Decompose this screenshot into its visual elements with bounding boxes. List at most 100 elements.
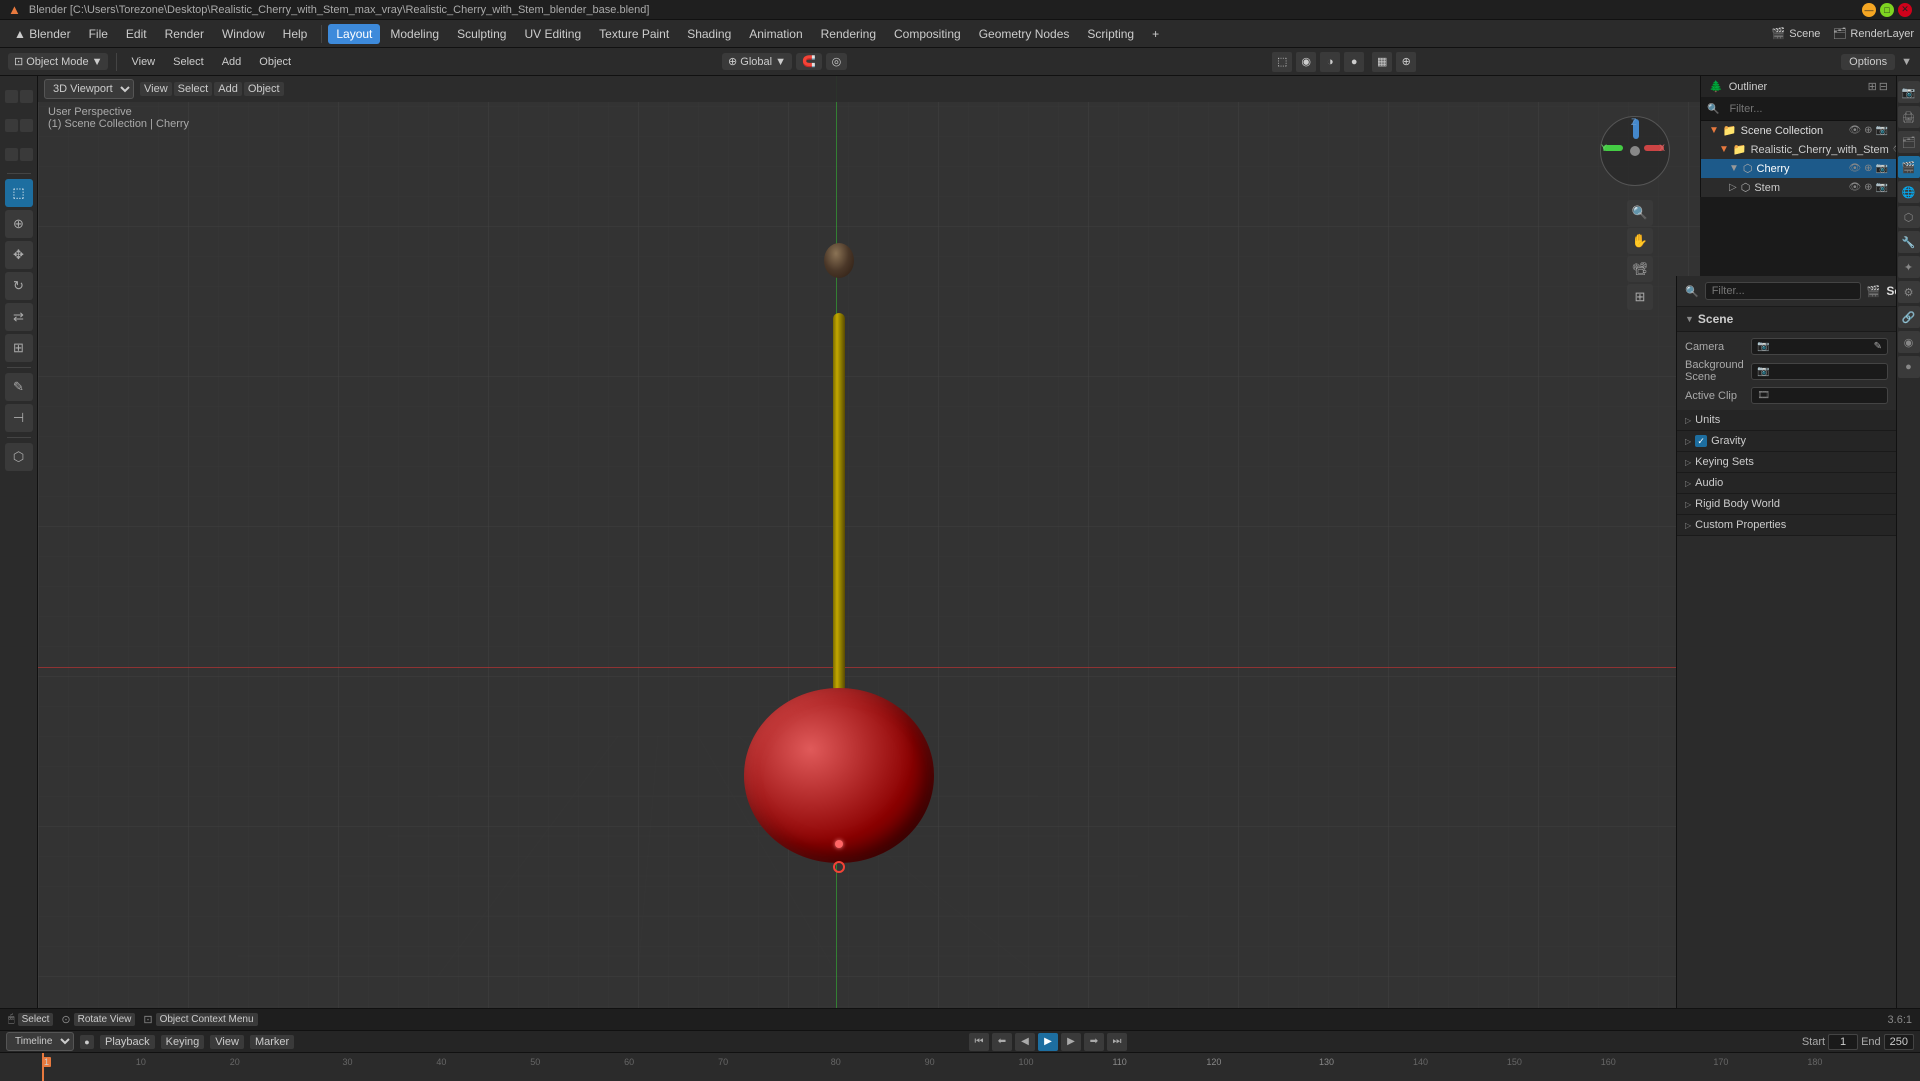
modifier-properties-icon[interactable]: 🔧 [1898, 231, 1920, 253]
custom-properties-section[interactable]: ▷ Custom Properties [1677, 515, 1896, 536]
menu-file[interactable]: File [81, 24, 116, 44]
transform-orientation[interactable]: ⊕ Global ▼ [722, 53, 792, 70]
workspace-modeling[interactable]: Modeling [382, 24, 447, 44]
scene-section-header[interactable]: ▼ Scene [1677, 307, 1896, 332]
end-frame-input[interactable]: 250 [1884, 1034, 1914, 1050]
properties-search-input[interactable] [1705, 282, 1861, 300]
menu-help[interactable]: Help [275, 24, 316, 44]
workspace-sculpting[interactable]: Sculpting [449, 24, 514, 44]
jump-start-btn[interactable]: ⏮ [969, 1033, 989, 1051]
marker-menu[interactable]: Marker [250, 1035, 294, 1049]
object-menu[interactable]: Object [244, 82, 284, 96]
output-properties-icon[interactable]: 🖨 [1898, 106, 1920, 128]
view-menu[interactable]: View [140, 82, 172, 96]
scale-tool-btn[interactable]: ⇄ [5, 303, 33, 331]
render-properties-icon[interactable]: 📷 [1898, 81, 1920, 103]
workspace-rendering[interactable]: Rendering [813, 24, 884, 44]
overlay-btn[interactable]: ▦ [1372, 52, 1392, 72]
view-icon-3[interactable] [5, 119, 18, 132]
3d-viewport[interactable]: 3D Viewport View Select Add Object User … [38, 76, 1700, 1030]
menu-window[interactable]: Window [214, 24, 273, 44]
active-clip-value[interactable]: 🎞 [1751, 387, 1888, 404]
view-icon-5[interactable] [5, 148, 18, 161]
cursor-icon-4[interactable]: ⊕ [1864, 182, 1872, 193]
outliner-item-realistic-cherry[interactable]: ▼ 📁 Realistic_Cherry_with_Stem 👁 ⊕ 📷 [1701, 140, 1896, 159]
workspace-scripting[interactable]: Scripting [1079, 24, 1142, 44]
render-icon-3[interactable]: 📷 [1876, 163, 1888, 174]
workspace-texture-paint[interactable]: Texture Paint [591, 24, 677, 44]
rotate-tool-btn[interactable]: ↻ [5, 272, 33, 300]
workspace-add[interactable]: + [1144, 24, 1167, 44]
outliner-item-cherry[interactable]: ▼ ⬡ Cherry 👁 ⊕ 📷 [1701, 159, 1896, 178]
zoom-tool-btn[interactable]: 🔍 [1627, 200, 1653, 226]
eye-icon-4[interactable]: 👁 [1848, 182, 1861, 193]
object-data-icon-btn[interactable]: ◉ [1898, 331, 1920, 353]
snap-toggle[interactable]: 🧲 [796, 53, 822, 70]
menu-render[interactable]: Render [157, 24, 212, 44]
toolbar-add[interactable]: Add [216, 54, 248, 70]
view-icon-6[interactable] [20, 148, 33, 161]
background-scene-value[interactable]: 📷 [1751, 363, 1888, 380]
material-preview-btn[interactable]: ◑ [1320, 52, 1340, 72]
minimize-button[interactable]: — [1862, 3, 1876, 17]
wireframe-btn[interactable]: ⬚ [1272, 52, 1292, 72]
select-tool-btn[interactable]: ⬚ [5, 179, 33, 207]
render-icon-4[interactable]: 📷 [1876, 182, 1888, 193]
cursor-tool-btn[interactable]: ⊕ [5, 210, 33, 238]
workspace-shading[interactable]: Shading [679, 24, 739, 44]
units-section[interactable]: ▷ Units [1677, 410, 1896, 431]
camera-view-btn[interactable]: 📽 [1627, 256, 1653, 282]
menu-edit[interactable]: Edit [118, 24, 155, 44]
menu-blender[interactable]: ▲ Blender [6, 24, 79, 44]
move-tool-btn[interactable]: ✥ [5, 241, 33, 269]
proportional-edit[interactable]: ◎ [826, 53, 848, 70]
gravity-section[interactable]: ▷ ✓ Gravity [1677, 431, 1896, 452]
camera-value-container[interactable]: 📷 ✎ [1751, 338, 1888, 355]
view-icon-1[interactable] [5, 90, 18, 103]
material-icon-btn[interactable]: ● [1898, 356, 1920, 378]
timeline-ruler[interactable]: 1 1 10 20 30 40 50 60 70 80 90 100 110 1… [0, 1053, 1920, 1081]
solid-btn[interactable]: ◉ [1296, 52, 1316, 72]
add-primitive-btn[interactable]: ⬡ [5, 443, 33, 471]
prev-keyframe-btn[interactable]: ⬅ [992, 1033, 1012, 1051]
keying-sets-section[interactable]: ▷ Keying Sets [1677, 452, 1896, 473]
particles-icon-btn[interactable]: ✦ [1898, 256, 1920, 278]
view-icon-4[interactable] [20, 119, 33, 132]
playback-menu[interactable]: Playback [100, 1035, 155, 1049]
prev-frame-btn[interactable]: ◀ [1015, 1033, 1035, 1051]
eye-icon-1[interactable]: 👁 [1848, 125, 1861, 136]
scene-properties-icon[interactable]: 🎬 [1898, 156, 1920, 178]
workspace-layout[interactable]: Layout [328, 24, 380, 44]
cursor-icon-1[interactable]: ⊕ [1864, 125, 1872, 136]
view-layer-properties-icon[interactable]: 🗂 [1898, 131, 1920, 153]
next-frame-btn[interactable]: ▶ [1061, 1033, 1081, 1051]
constraints-icon-btn[interactable]: 🔗 [1898, 306, 1920, 328]
transform-tool-btn[interactable]: ⊞ [5, 334, 33, 362]
object-mode-selector[interactable]: ⊡ Object Mode ▼ [8, 53, 108, 70]
close-button[interactable]: ✕ [1898, 3, 1912, 17]
workspace-geometry-nodes[interactable]: Geometry Nodes [971, 24, 1078, 44]
next-keyframe-btn[interactable]: ➡ [1084, 1033, 1104, 1051]
measure-tool-btn[interactable]: ⊣ [5, 404, 33, 432]
editor-type-selector[interactable]: 3D Viewport [44, 79, 134, 99]
nav-gizmo[interactable]: X Y Z [1600, 116, 1680, 196]
timeline-view-menu[interactable]: View [210, 1035, 244, 1049]
object-properties-icon[interactable]: ⬡ [1898, 206, 1920, 228]
toolbar-view[interactable]: View [125, 54, 161, 70]
world-properties-icon[interactable]: 🌐 [1898, 181, 1920, 203]
workspace-compositing[interactable]: Compositing [886, 24, 969, 44]
gizmo-btn[interactable]: ⊕ [1396, 52, 1416, 72]
outliner-display-btn[interactable]: ⊟ [1879, 80, 1888, 93]
rigid-body-world-section[interactable]: ▷ Rigid Body World [1677, 494, 1896, 515]
physics-icon-btn[interactable]: ⚙ [1898, 281, 1920, 303]
pan-tool-btn[interactable]: ✋ [1627, 228, 1653, 254]
outliner-item-scene-collection[interactable]: ▼ 📁 Scene Collection 👁 ⊕ 📷 [1701, 121, 1896, 140]
outliner-search-input[interactable] [1723, 101, 1890, 117]
gravity-checkbox[interactable]: ✓ [1695, 435, 1707, 447]
eye-icon-3[interactable]: 👁 [1848, 163, 1861, 174]
view-icon-2[interactable] [20, 90, 33, 103]
select-menu[interactable]: Select [174, 82, 213, 96]
render-icon-1[interactable]: 📷 [1876, 125, 1888, 136]
toolbar-select[interactable]: Select [167, 54, 210, 70]
camera-edit-btn[interactable]: ✎ [1874, 341, 1882, 352]
